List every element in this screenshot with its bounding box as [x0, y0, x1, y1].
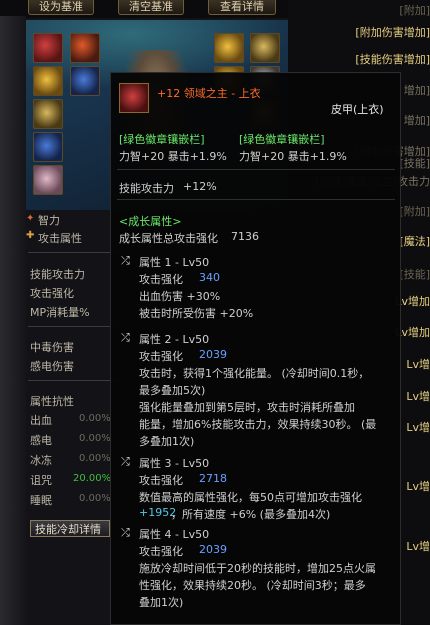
stat-skill-attack-label: 技能攻击力: [30, 268, 85, 281]
attr4-atk-label: 攻击强化: [139, 545, 183, 558]
growth-header: <成长属性>: [119, 215, 182, 228]
effect-row: [技能]: [399, 268, 430, 281]
emblem-stat-right: 力智+20 暴击+1.9%: [239, 150, 347, 163]
attr3-atk-label: 攻击强化: [139, 474, 183, 487]
clear-baseline-button[interactable]: 清空基准: [118, 0, 184, 15]
resist-value: 0.00%: [79, 493, 111, 504]
attr4-atk-value: 2039: [199, 543, 227, 556]
attr1-atk-value: 340: [199, 271, 220, 284]
view-details-button[interactable]: 查看详情: [208, 0, 276, 15]
attr2-line: 攻击时，获得1个强化能量。 (冷却时间0.1秒，: [139, 367, 370, 380]
attack-attr-icon: ✚: [26, 230, 35, 241]
stat-shock-label: 感电伤害: [30, 360, 74, 373]
effect-row: [技能伤害增加]: [355, 53, 430, 66]
stat-mp-cost-label: MP消耗量%: [30, 306, 90, 319]
equip-slot-necklace[interactable]: [214, 33, 244, 63]
emblem-slot-right: [绿色徽章镶嵌栏]: [239, 133, 325, 146]
emblem-stat-left: 力智+20 暴击+1.9%: [119, 150, 227, 163]
resist-header: 属性抗性: [30, 395, 74, 408]
attr2-title: 属性 2 - Lv50: [139, 333, 210, 346]
equip-slot-shoes[interactable]: [33, 165, 63, 195]
resist-label: 睡眠: [30, 494, 52, 507]
effect-row: [技能]: [399, 157, 430, 170]
stat-attack-attr-label: 攻击属性: [38, 232, 82, 245]
shuffle-icon: ⤮: [121, 331, 130, 344]
resist-value: 0.00%: [79, 413, 111, 424]
divider: [28, 380, 123, 381]
set-baseline-button[interactable]: 设为基准: [28, 0, 94, 15]
attr1-line: 被击时所受伤害 +20%: [139, 307, 254, 320]
effect-row: Lv增: [406, 358, 430, 371]
effect-row: Lv增: [406, 540, 430, 553]
shuffle-icon: ⤮: [121, 455, 130, 468]
skill-cooldown-detail-button[interactable]: 技能冷却详情: [30, 520, 110, 537]
attr2-atk-label: 攻击强化: [139, 350, 183, 363]
equip-slot-belt[interactable]: [33, 132, 63, 162]
attr1-title: 属性 1 - Lv50: [139, 256, 210, 269]
equip-slot-bracelet[interactable]: [250, 33, 280, 63]
resist-label: 冰冻: [30, 454, 52, 467]
effect-row: 增加]: [403, 84, 430, 97]
attr2-line: 最多叠加5次): [139, 384, 206, 397]
attr2-line: 强化能量叠加到第5层时，攻击时消耗所叠加: [139, 401, 355, 414]
effect-row: Lv增: [406, 421, 430, 434]
shuffle-icon: ⤮: [121, 254, 130, 267]
item-type: 皮甲(上衣): [331, 103, 384, 116]
item-name: +12 领域之主 - 上衣: [157, 87, 261, 100]
attr4-line: 叠加1次): [139, 596, 184, 609]
shuffle-icon: ⤮: [121, 526, 130, 539]
resist-label: 感电: [30, 434, 52, 447]
attr3-line: ，所有速度 +6% (最多叠加4次): [171, 508, 331, 521]
attr4-line: 施放冷却时间低于20秒的技能时，增加25点火属: [139, 562, 376, 575]
divider: [117, 169, 395, 170]
effect-row: Lv增: [406, 480, 430, 493]
attr2-atk-value: 2039: [199, 348, 227, 361]
attr1-atk-label: 攻击强化: [139, 273, 183, 286]
skill-attack-label: 技能攻击力: [119, 182, 174, 195]
effect-row: [附加]: [399, 205, 430, 218]
attr4-line: 性强化，效果持续20秒。 (冷却时间3秒；最多: [139, 579, 366, 592]
equip-slot-weapon[interactable]: [33, 33, 63, 63]
equip-slot-head[interactable]: [70, 66, 100, 96]
stat-attack-enhance-label: 攻击强化: [30, 287, 74, 300]
attr3-line: 数值最高的属性强化，每50点可增加攻击强化: [139, 491, 362, 504]
resist-label: 诅咒: [30, 474, 52, 487]
stat-intelligence-label: 智力: [38, 214, 60, 227]
growth-total-label: 成长属性总攻击强化: [119, 232, 218, 245]
attr4-title: 属性 4 - Lv50: [139, 528, 210, 541]
effect-row: [附加伤害增加]: [355, 26, 430, 39]
attr2-line: 能量，增加6%技能攻击力，效果持续30秒。 (最: [139, 418, 377, 431]
skill-attack-value: +12%: [183, 180, 217, 193]
growth-total-value: 7136: [231, 230, 259, 243]
equip-slot-pants[interactable]: [33, 99, 63, 129]
attr3-title: 属性 3 - Lv50: [139, 457, 210, 470]
divider: [28, 326, 123, 327]
emblem-slot-left: [绿色徽章镶嵌栏]: [119, 133, 205, 146]
equip-slot-top[interactable]: [33, 66, 63, 96]
effect-row: [魔法]: [399, 235, 430, 248]
effect-row: Lv增: [406, 390, 430, 403]
resist-value: 0.00%: [79, 453, 111, 464]
attr3-atk-value: 2718: [199, 472, 227, 485]
divider: [28, 252, 123, 253]
resist-value: 20.00%: [73, 473, 112, 484]
item-tooltip: +12 领域之主 - 上衣 皮甲(上衣) [绿色徽章镶嵌栏] [绿色徽章镶嵌栏]…: [110, 72, 401, 625]
resist-label: 出血: [30, 414, 52, 427]
stat-poison-label: 中毒伤害: [30, 341, 74, 354]
equip-slot-title[interactable]: [70, 33, 100, 63]
item-icon: [119, 83, 149, 113]
attr1-line: 出血伤害 +30%: [139, 290, 221, 303]
effect-row: [附加]: [399, 4, 430, 17]
divider: [117, 199, 395, 200]
effect-row: 增加]: [403, 114, 430, 127]
left-edge-strip: [0, 16, 26, 625]
intelligence-icon: ✦: [26, 213, 35, 224]
resist-value: 0.00%: [79, 433, 111, 444]
attr2-line: 多叠加1次): [139, 435, 195, 448]
